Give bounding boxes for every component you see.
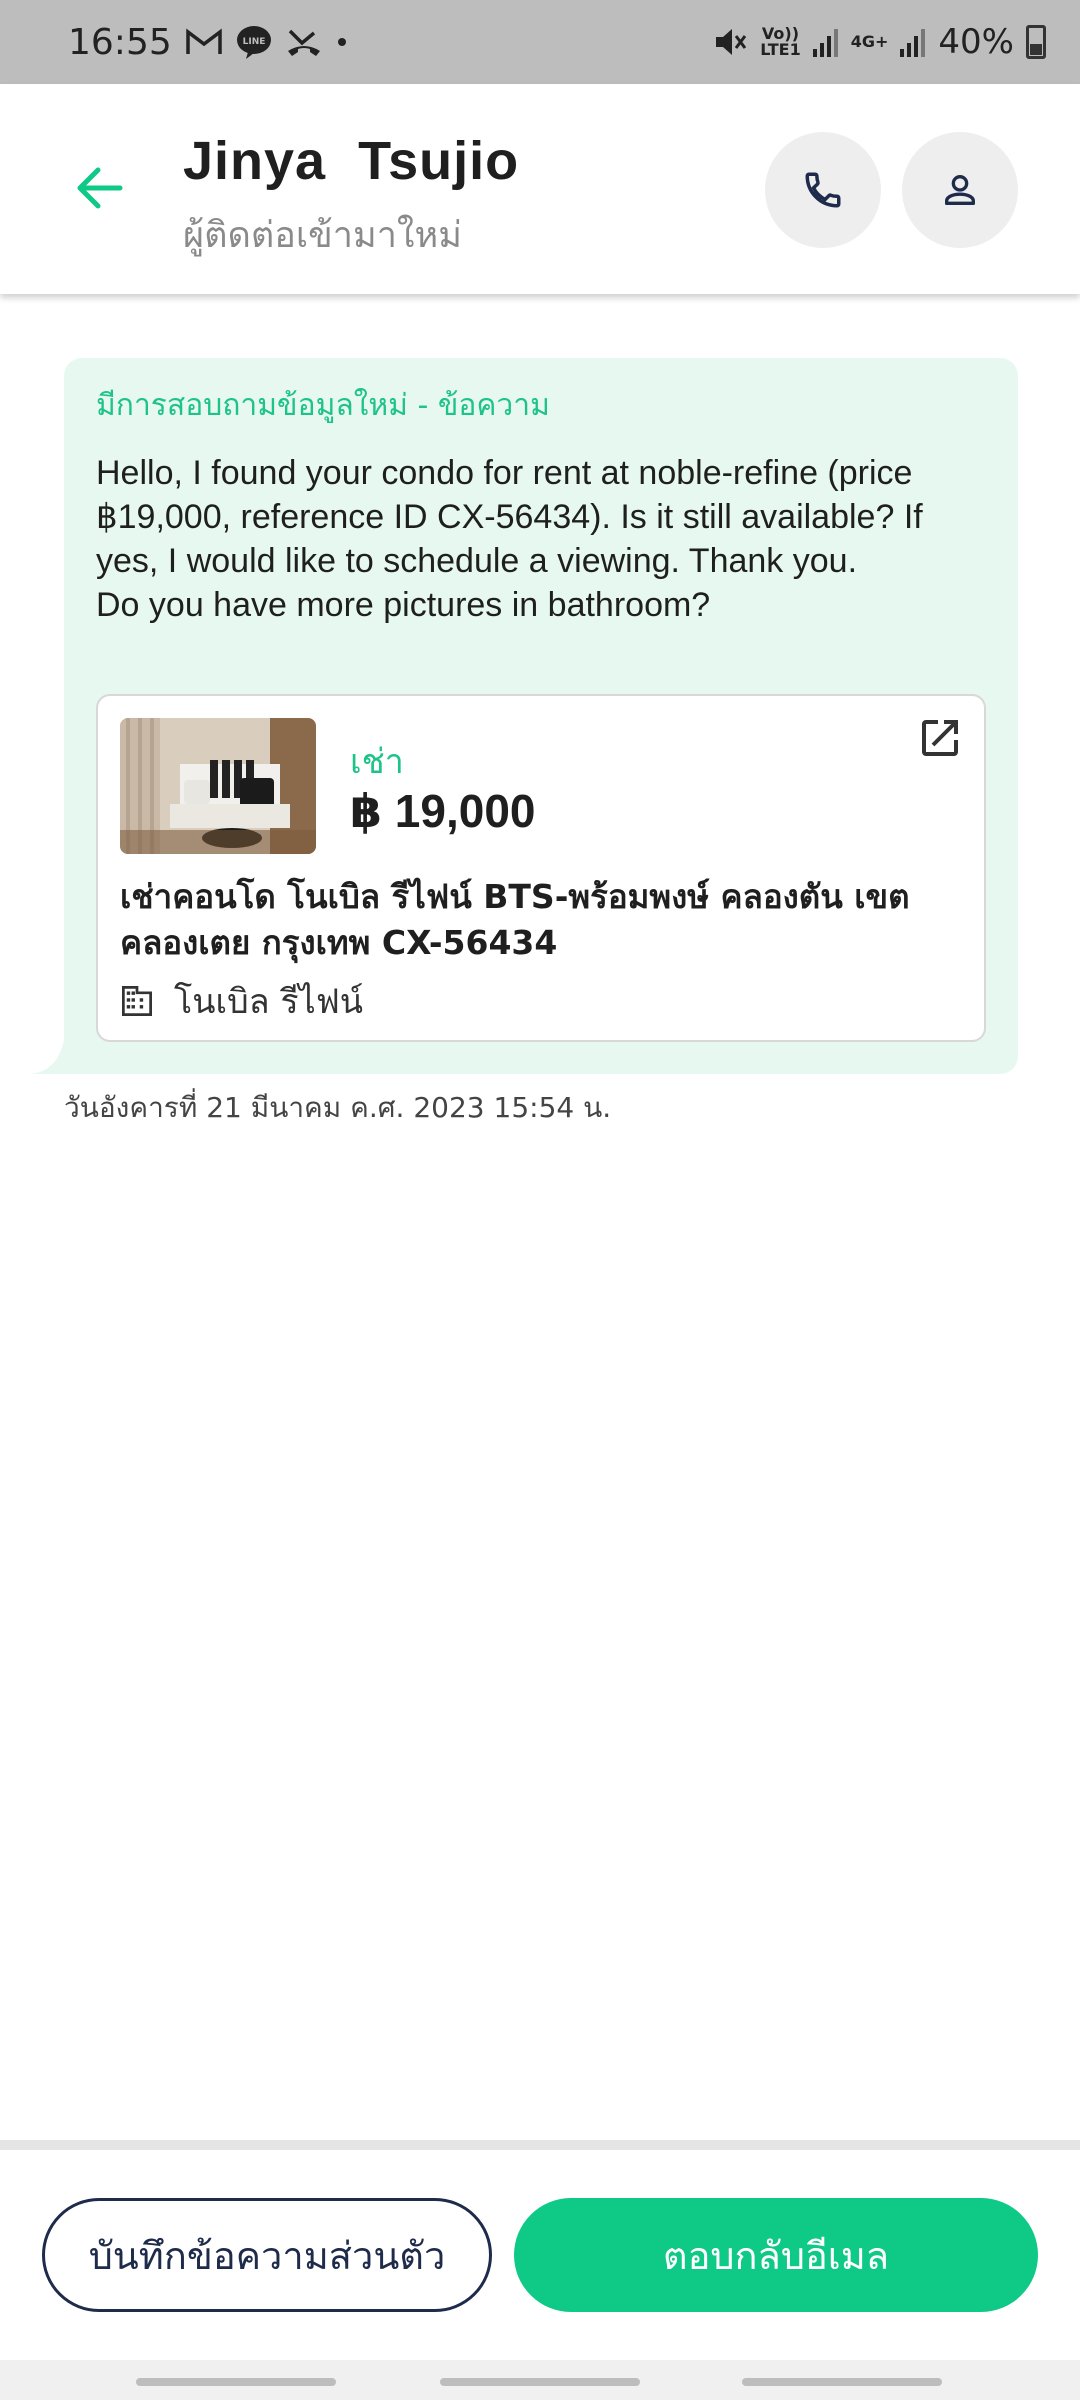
volte-indicator: Vo)) LTE1 [760,24,801,59]
status-bar: 16:55 LINE Vo)) LTE1 4G+ 40% [0,0,1080,84]
reply-email-button[interactable]: ตอบกลับอีเมล [514,2198,1038,2312]
battery-icon [1026,25,1046,59]
svg-text:LINE: LINE [242,37,265,47]
contact-name: Jinya Tsujio [183,131,520,191]
project-name: โนเบิล รีไฟน์ [174,982,364,1022]
status-right: Vo)) LTE1 4G+ 40% [712,22,1046,62]
open-external-icon[interactable] [916,714,964,762]
listing-title: เช่าคอนโด โนเบิล รีไฟน์ BTS-พร้อมพงษ์ คล… [120,877,910,962]
private-note-button[interactable]: บันทึกข้อความส่วนตัว [42,2198,492,2312]
missed-call-icon [286,27,322,57]
message-body: Hello, I found your condo for rent at no… [96,454,923,624]
building-icon [122,986,152,1016]
signal-icon [812,27,839,57]
system-nav-bar [0,2360,1080,2400]
phone-icon [805,172,841,208]
nav-handle-right[interactable] [742,2378,942,2386]
message-timestamp: วันอังคารที่ 21 มีนาคม ค.ศ. 2023 15:54 น… [64,1091,612,1124]
status-left: 16:55 LINE [68,22,348,63]
bottom-divider [0,2140,1080,2150]
signal-icon-2 [900,27,926,57]
chat-header: Jinya Tsujio ผู้ติดต่อเข้ามาใหม่ [0,84,1080,294]
message-bubble: มีการสอบถามข้อมูลใหม่ - ข้อความ Hello, I… [64,358,1018,1074]
back-button[interactable] [70,158,130,218]
contact-status: ผู้ติดต่อเข้ามาใหม่ [183,215,462,256]
message-heading: มีการสอบถามข้อมูลใหม่ - ข้อความ [96,388,550,423]
nav-handle-center[interactable] [440,2378,640,2386]
person-icon [945,175,975,205]
contact-profile-button[interactable] [902,132,1018,248]
status-time: 16:55 [68,21,172,63]
listing-price: ฿ 19,000 [350,785,536,837]
mute-icon [712,25,748,59]
call-button[interactable] [765,132,881,248]
nav-handle-left[interactable] [136,2378,336,2386]
notification-dot-icon [336,36,348,48]
contact-info: Jinya Tsujio ผู้ติดต่อเข้ามาใหม่ [183,130,519,263]
network-type-label: 4G+ [850,32,889,51]
line-app-icon: LINE [236,25,272,59]
battery-percent: 40% [938,22,1014,62]
listing-thumbnail [120,718,316,854]
listing-type: เช่า [350,742,404,782]
listing-card[interactable]: เช่า ฿ 19,000 เช่าคอนโด โนเบิล รีไฟน์ BT… [96,694,986,1042]
listing-project: โนเบิล รีไฟน์ [120,974,363,1028]
arrow-left-icon [77,167,123,209]
action-bar: บันทึกข้อความส่วนตัว ตอบกลับอีเมล [0,2150,1080,2360]
gmail-icon [186,28,222,56]
